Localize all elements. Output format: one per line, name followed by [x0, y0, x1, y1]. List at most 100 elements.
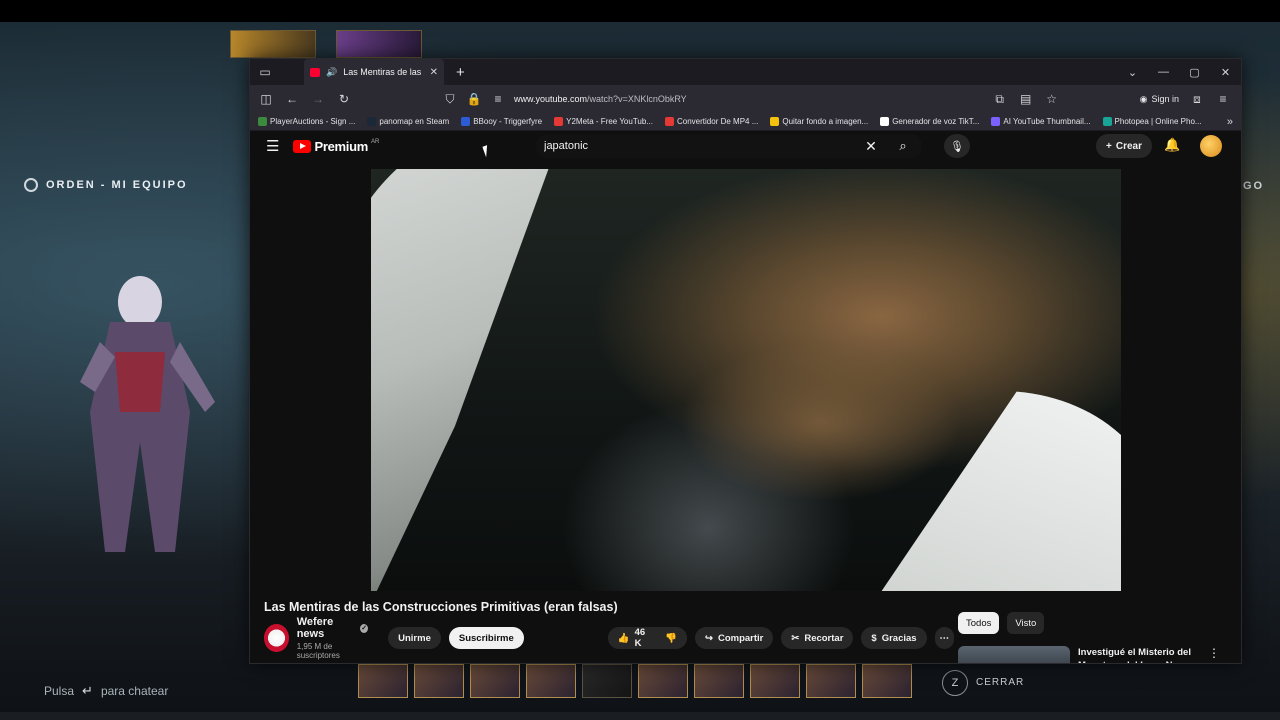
bookmark-item[interactable]: BBooy - Triggerfyre	[461, 117, 542, 126]
share-button[interactable]: ↪ Compartir	[694, 627, 774, 649]
bookmark-item[interactable]: panomap en Steam	[367, 117, 449, 126]
back-icon[interactable]: ←	[284, 92, 300, 106]
navigation-bar: ◫ ← → ↻ ⛉ 🔒 ≡ www.youtube.com/watch?v=XN…	[250, 85, 1241, 113]
microphone-icon[interactable]: 🎙	[944, 134, 970, 158]
notifications-bell-icon[interactable]: 🔔	[1164, 137, 1180, 153]
new-tab-icon[interactable]: +	[456, 64, 465, 81]
clip-button[interactable]: ✂ Recortar	[781, 627, 854, 649]
clear-search-icon[interactable]: ✕	[856, 138, 886, 155]
scissors-icon: ✂	[791, 632, 800, 644]
navbar-right: ⧉ ▤ ☆ ◉ Sign in ⧈ ≡	[992, 85, 1231, 113]
user-avatar[interactable]	[1200, 135, 1222, 157]
video-player-area	[250, 169, 1241, 591]
chip-visto[interactable]: Visto	[1007, 612, 1045, 634]
site-permissions-icon[interactable]: ≡	[490, 92, 506, 106]
channel-avatar[interactable]	[264, 624, 289, 652]
bookmark-item[interactable]: PlayerAuctions - Sign ...	[258, 117, 355, 126]
bookmark-label: Y2Meta - Free YouTub...	[566, 117, 653, 126]
shield-icon[interactable]: ⛉	[442, 92, 458, 107]
reload-icon[interactable]: ↻	[336, 92, 352, 106]
bookmark-favicon-icon	[1102, 117, 1112, 126]
channel-meta: Wefere news ✓ 1,95 M de suscriptores	[296, 616, 369, 660]
thumbs-down-icon: 👎	[665, 632, 678, 644]
chat-hint-action: Pulsa	[44, 684, 75, 698]
minimize-icon[interactable]: —	[1148, 66, 1179, 78]
like-button[interactable]: 👍 46 K	[607, 627, 656, 649]
reader-view-icon[interactable]: ▤	[1018, 92, 1034, 106]
bookmark-item[interactable]: Photopea | Online Pho...	[1102, 117, 1202, 126]
extensions-icon[interactable]: ⧈	[1189, 92, 1205, 107]
bookmark-star-icon[interactable]: ☆	[1044, 92, 1060, 106]
champion-tile[interactable]	[582, 664, 632, 698]
team-emblem-icon	[24, 178, 38, 192]
bookmark-label: panomap en Steam	[379, 117, 450, 126]
champion-tile[interactable]	[638, 664, 688, 698]
address-bar[interactable]: ⛉ 🔒 ≡ www.youtube.com/watch?v=XNKlcnObkR…	[442, 88, 687, 110]
close-label[interactable]: CERRAR	[976, 677, 1024, 688]
thanks-button[interactable]: $ Gracias	[861, 627, 927, 649]
champion-tile[interactable]	[414, 664, 464, 698]
tab-overflow-icon[interactable]: ⌄	[1117, 66, 1148, 79]
join-button[interactable]: Unirme	[388, 627, 441, 649]
bookmark-favicon-icon	[991, 117, 1001, 126]
recommendation-menu-icon[interactable]: ⋮	[1208, 646, 1220, 663]
close-tab-icon[interactable]: ✕	[430, 67, 438, 78]
tab-list-icon[interactable]: ▭	[250, 65, 280, 79]
more-actions-icon[interactable]: ⋯	[934, 627, 954, 649]
champion-tile[interactable]	[526, 664, 576, 698]
recommendation-title[interactable]: Investigué el Misterio del Monstruo del …	[1078, 646, 1198, 663]
bookmark-item[interactable]: Quitar fondo a imagen...	[770, 117, 868, 126]
champion-select-strip	[358, 664, 918, 698]
bookmark-item[interactable]: AI YouTube Thumbnail...	[991, 117, 1091, 126]
speaker-icon[interactable]: 🔊	[326, 67, 337, 78]
close-key-icon[interactable]: Z	[942, 670, 968, 696]
dislike-button[interactable]: 👎	[655, 627, 687, 649]
youtube-logo[interactable]: Premium AR	[293, 139, 379, 154]
super-thanks-icon: $	[871, 632, 877, 644]
champion-tile[interactable]	[694, 664, 744, 698]
close-window-icon[interactable]: ✕	[1210, 66, 1241, 79]
video-player[interactable]	[371, 169, 1121, 591]
search-icon[interactable]: ⌕	[886, 138, 920, 154]
champion-tile[interactable]	[470, 664, 520, 698]
champion-tile[interactable]	[862, 664, 912, 698]
recommendation-thumbnail[interactable]	[958, 646, 1070, 663]
champion-portrait	[336, 30, 422, 58]
bookmarks-overflow-icon[interactable]: »	[1227, 116, 1233, 128]
taskbar	[0, 712, 1280, 720]
tab-bar: ▭ 🔊 Las Mentiras de las Constru ✕ + ⌄ — …	[250, 59, 1241, 85]
channel-name[interactable]: Wefere news ✓	[297, 616, 369, 640]
bookmark-label: Quitar fondo a imagen...	[782, 117, 869, 126]
sign-in-button[interactable]: ◉ Sign in	[1140, 94, 1179, 105]
recommendation-chips: Todos Visto	[958, 612, 1045, 634]
guide-menu-icon[interactable]: ☰	[266, 137, 279, 155]
youtube-logo-text: Premium	[314, 138, 368, 154]
picture-in-picture-icon[interactable]: ⧉	[992, 92, 1008, 107]
bookmark-item[interactable]: Convertidor De MP4 ...	[665, 117, 758, 126]
forward-icon[interactable]: →	[310, 92, 326, 106]
tab-youtube[interactable]: 🔊 Las Mentiras de las Constru ✕	[304, 59, 444, 85]
url-text[interactable]: www.youtube.com/watch?v=XNKlcnObkRY	[514, 94, 687, 104]
search-input[interactable]	[536, 140, 856, 152]
champion-figure	[80, 276, 215, 552]
plus-icon: +	[1106, 140, 1112, 152]
enemy-team-label: GO	[1243, 180, 1265, 192]
account-icon: ◉	[1139, 93, 1148, 104]
chip-todos[interactable]: Todos	[958, 612, 1000, 634]
maximize-icon[interactable]: ▢	[1179, 66, 1210, 79]
bookmark-favicon-icon	[770, 117, 780, 126]
sidebar-toggle-icon[interactable]: ◫	[258, 92, 274, 106]
subscribe-button[interactable]: Suscribirme	[448, 627, 524, 649]
champion-tile[interactable]	[358, 664, 408, 698]
create-button[interactable]: + Crear	[1096, 134, 1152, 158]
champion-tile[interactable]	[750, 664, 800, 698]
bookmark-favicon-icon	[665, 117, 674, 126]
subscriber-count: 1,95 M de suscriptores	[296, 642, 340, 660]
lock-icon[interactable]: 🔒	[466, 92, 482, 106]
recommendation-item[interactable]: Investigué el Misterio del Monstruo del …	[958, 646, 1220, 663]
channel-actions-row: Wefere news ✓ 1,95 M de suscriptores Unir…	[264, 616, 954, 660]
bookmark-item[interactable]: Y2Meta - Free YouTub...	[554, 117, 653, 126]
bookmark-item[interactable]: Generador de voz TikT...	[880, 117, 979, 126]
menu-icon[interactable]: ≡	[1215, 92, 1231, 106]
champion-tile[interactable]	[806, 664, 856, 698]
